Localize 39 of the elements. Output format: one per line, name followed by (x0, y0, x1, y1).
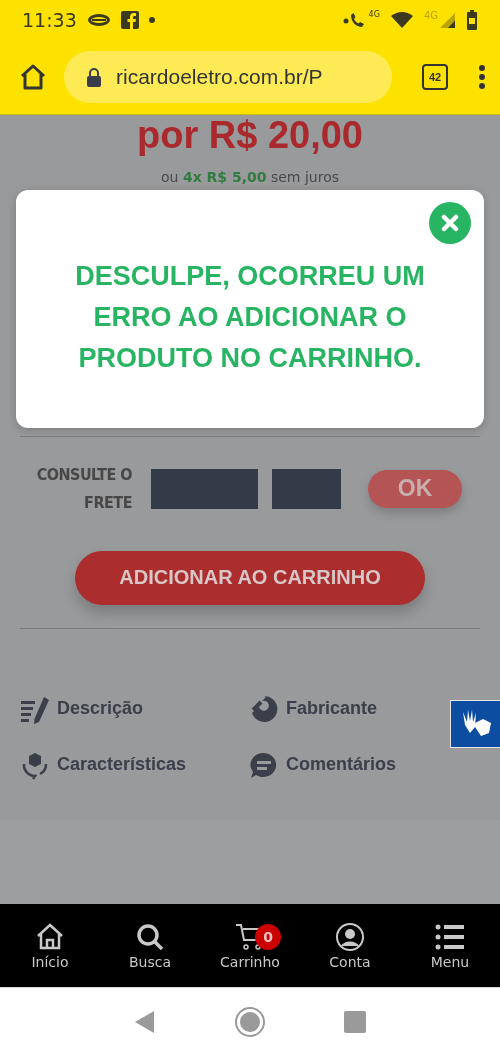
add-to-cart-button[interactable]: ADICIONAR AO CARRINHO (75, 550, 425, 605)
cell-signal-icon (438, 11, 456, 29)
notification-dot-icon (148, 17, 155, 23)
home-button-icon[interactable] (234, 1006, 266, 1039)
nav-item[interactable]: Busca (100, 921, 200, 970)
address-bar[interactable]: ricardoeletro.com.br/P (64, 50, 392, 103)
wifi-icon (389, 11, 414, 29)
account-icon (335, 921, 365, 952)
nav-item[interactable]: Conta (300, 921, 400, 970)
lock-icon (86, 66, 102, 87)
facebook-icon (120, 11, 139, 29)
nav-item[interactable]: Carrinho 0 (200, 921, 300, 970)
info-tab[interactable]: Comentários (249, 747, 449, 782)
nav-item[interactable]: Menu (400, 921, 500, 970)
info-tab[interactable]: Características (20, 747, 249, 782)
back-icon[interactable] (134, 1010, 156, 1035)
info-tab[interactable]: Fabricante (249, 691, 449, 726)
url-text: ricardoeletro.com.br/P (116, 64, 323, 89)
recents-icon[interactable] (344, 1011, 366, 1034)
cart-count-badge: 0 (255, 923, 281, 950)
sign-language-button[interactable] (450, 699, 500, 748)
info-tab[interactable]: Descrição (20, 691, 249, 726)
search-icon (135, 921, 165, 952)
close-icon (441, 213, 459, 232)
tab-count-button[interactable]: 42 (422, 63, 448, 90)
shipping-label: CONSULTE O FRETE (35, 463, 132, 514)
network-type-label: 4G (368, 10, 380, 20)
close-button[interactable] (429, 201, 471, 244)
zip-code-field[interactable] (151, 468, 258, 509)
more-options-icon[interactable] (478, 63, 486, 90)
error-message: DESCULPE, OCORREU UM ERRO AO ADICIONAR O PRODUTO NO CARRINHO. (74, 259, 426, 375)
price-text: por R$ 20,00 (136, 114, 364, 155)
network-type-label: 4G (423, 10, 438, 22)
installments-text: ou 4x R$ 5,00 sem juros (160, 167, 340, 187)
home-icon (35, 921, 65, 952)
battery-icon (466, 10, 478, 30)
zip-suffix-field[interactable] (272, 468, 341, 509)
clock-time: 11:33 (22, 9, 77, 31)
nav-item[interactable]: Início (0, 921, 100, 970)
